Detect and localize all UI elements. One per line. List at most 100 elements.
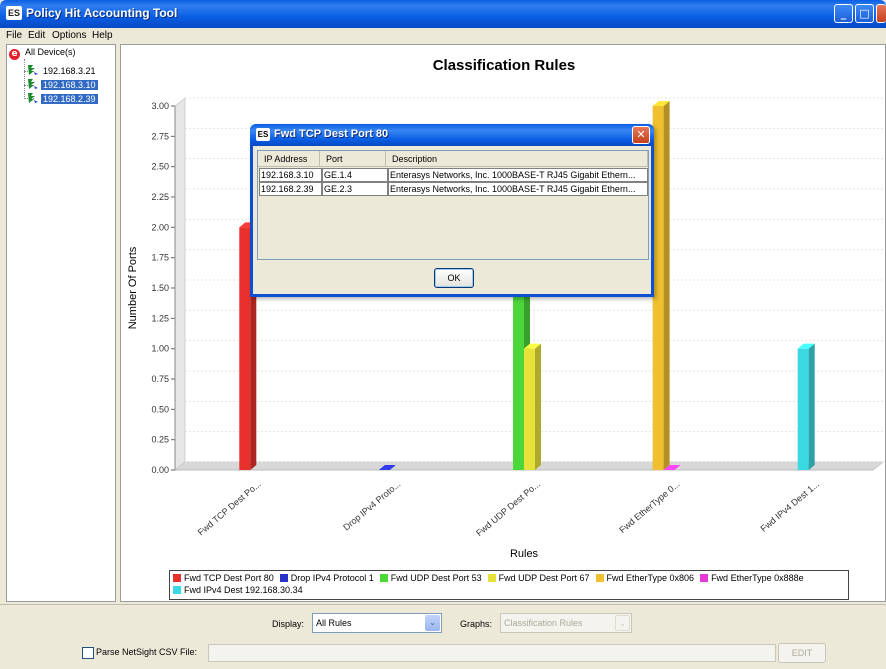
legend-label: Fwd UDP Dest Port 53 <box>390 573 482 583</box>
chart-bar-side <box>808 343 815 470</box>
maximize-button[interactable]: □ <box>855 4 874 23</box>
x-tick-label: Fwd IPv4 Dest 1... <box>758 479 821 534</box>
legend-swatch <box>379 574 388 582</box>
menu-help[interactable]: Help <box>92 30 113 41</box>
legend-label: Fwd UDP Dest Port 67 <box>498 573 590 583</box>
display-label: Display: <box>272 619 305 629</box>
window-title: Policy Hit Accounting Tool <box>26 6 178 20</box>
chart-bar <box>524 348 535 470</box>
y-tick-label: 3.00 <box>151 101 169 111</box>
legend-item: Fwd UDP Dest Port 53 <box>379 572 482 584</box>
y-tick-label: 2.50 <box>151 162 169 172</box>
tree-item-device[interactable]: 192.168.3.10 <box>27 78 98 91</box>
y-tick-label: 1.00 <box>151 344 169 354</box>
legend-item: Fwd TCP Dest Port 80 <box>173 572 274 584</box>
legend-swatch <box>279 574 288 582</box>
controls-panel: Display: All Rules ⌄ Graphs: Classificat… <box>0 604 886 669</box>
switch-device-icon <box>28 79 38 89</box>
menu-bar: File Edit Options Help <box>0 28 886 44</box>
chart-bar-side <box>663 101 670 470</box>
legend-swatch <box>173 574 181 582</box>
chart-bar-side <box>535 343 541 470</box>
x-axis-label: Rules <box>510 548 539 560</box>
close-icon[interactable]: ✕ <box>632 126 650 144</box>
csv-file-field[interactable] <box>208 644 776 662</box>
y-axis-label: Number Of Ports <box>127 246 139 329</box>
graphs-select-value: Classification Rules <box>504 618 583 628</box>
x-tick-label: Fwd EtherType 0... <box>617 479 681 535</box>
x-tick-label: Fwd UDP Dest Po... <box>474 479 542 538</box>
ports-table: IP Address Port Description 192.168.3.10… <box>257 150 649 260</box>
y-tick-label: 0.50 <box>151 404 169 414</box>
switch-device-icon <box>28 65 38 75</box>
legend-swatch <box>487 574 496 582</box>
y-tick-label: 2.25 <box>151 192 169 202</box>
legend-item: Fwd UDP Dest Port 67 <box>487 572 590 584</box>
legend-label: Fwd EtherType 0x806 <box>606 573 695 583</box>
legend-swatch <box>700 574 709 582</box>
chart-side-wall <box>174 96 186 472</box>
legend-item: Fwd EtherType 0x806 <box>595 572 695 584</box>
chart-bar <box>652 106 664 470</box>
table-cell-port[interactable]: GE.2.3 <box>322 182 388 196</box>
legend-label: Drop IPv4 Protocol 1 <box>290 573 374 583</box>
chevron-down-icon[interactable]: ⌄ <box>615 615 630 631</box>
menu-file[interactable]: File <box>6 30 22 41</box>
parse-csv-checkbox[interactable] <box>82 647 94 659</box>
edit-button[interactable]: EDIT <box>778 643 826 663</box>
table-cell-description[interactable]: Enterasys Networks, Inc. 1000BASE-T RJ45… <box>388 182 648 196</box>
table-cell-ip[interactable]: 192.168.2.39 <box>259 182 322 196</box>
menu-edit[interactable]: Edit <box>28 30 45 41</box>
y-tick-label: 2.00 <box>151 222 169 232</box>
column-header-port[interactable]: Port <box>320 151 386 167</box>
legend-swatch <box>173 586 181 594</box>
x-tick-label: Drop IPv4 Proto... <box>341 479 402 533</box>
devices-root-icon: e <box>9 49 20 60</box>
legend-label: Fwd IPv4 Dest 192.168.30.34 <box>184 585 303 595</box>
display-select-value: All Rules <box>316 618 352 628</box>
legend-item: Drop IPv4 Protocol 1 <box>279 572 374 584</box>
tree-item-device[interactable]: 192.168.3.21 <box>27 64 98 77</box>
window-title-bar[interactable]: ES Policy Hit Accounting Tool _ □ <box>0 0 886 28</box>
tree-root-all-devices[interactable]: e All Device(s) <box>9 46 78 60</box>
dialog-title: Fwd TCP Dest Port 80 <box>274 128 389 140</box>
chevron-down-icon[interactable]: ⌄ <box>425 615 440 631</box>
parse-csv-label: Parse NetSight CSV File: <box>96 647 198 657</box>
chart-bar <box>239 227 251 470</box>
app-logo-icon: ES <box>6 6 22 20</box>
y-tick-label: 0.00 <box>151 465 169 475</box>
legend-label: Fwd EtherType 0x888e <box>711 573 804 583</box>
table-cell-description[interactable]: Enterasys Networks, Inc. 1000BASE-T RJ45… <box>388 168 648 182</box>
y-tick-label: 1.25 <box>151 313 169 323</box>
legend-label: Fwd TCP Dest Port 80 <box>184 573 274 583</box>
device-tree: e All Device(s) 192.168.3.21 192.168.3.10… <box>6 44 116 602</box>
chart-title: Classification Rules <box>432 57 576 74</box>
menu-options[interactable]: Options <box>52 30 86 41</box>
column-header-description[interactable]: Description <box>386 151 648 167</box>
x-tick-label: Fwd TCP Dest Po... <box>196 479 263 538</box>
tree-item-device[interactable]: 192.168.2.39 <box>27 92 98 105</box>
table-cell-port[interactable]: GE.1.4 <box>322 168 388 182</box>
switch-device-icon <box>28 93 38 103</box>
graphs-label: Graphs: <box>460 619 493 629</box>
y-tick-label: 1.50 <box>151 283 169 293</box>
rule-detail-dialog: ES Fwd TCP Dest Port 80 ✕ IP Address Por… <box>250 124 654 297</box>
app-logo-icon: ES <box>256 128 270 141</box>
y-tick-label: 0.25 <box>151 435 169 445</box>
close-window-button[interactable] <box>876 4 886 23</box>
minimize-button[interactable]: _ <box>834 4 853 23</box>
dialog-title-bar[interactable]: ES Fwd TCP Dest Port 80 ✕ <box>250 124 654 146</box>
legend-item: Fwd IPv4 Dest 192.168.30.34 <box>173 584 303 596</box>
y-tick-label: 1.75 <box>151 253 169 263</box>
display-select[interactable]: All Rules ⌄ <box>312 613 442 633</box>
y-tick-label: 2.75 <box>151 131 169 141</box>
column-header-ip[interactable]: IP Address <box>258 151 320 167</box>
y-tick-label: 0.75 <box>151 374 169 384</box>
ok-button[interactable]: OK <box>434 268 474 288</box>
chart-legend: Fwd TCP Dest Port 80 Drop IPv4 Protocol 1… <box>169 570 849 600</box>
table-cell-ip[interactable]: 192.168.3.10 <box>259 168 322 182</box>
legend-swatch <box>595 574 604 582</box>
legend-item: Fwd EtherType 0x888e <box>700 572 804 584</box>
chart-bar <box>797 348 809 470</box>
graphs-select[interactable]: Classification Rules ⌄ <box>500 613 632 633</box>
